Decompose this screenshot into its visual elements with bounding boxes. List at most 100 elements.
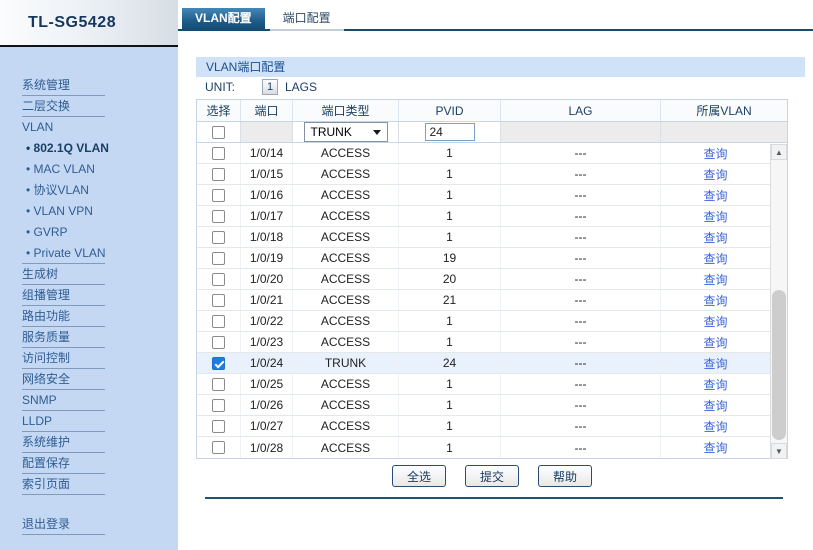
sidebar-item[interactable]: 系统维护	[0, 432, 178, 453]
vlan-query-link[interactable]: 查询	[703, 271, 727, 288]
select-all-button[interactable]: 全选	[392, 465, 446, 487]
vlan-query-link[interactable]: 查询	[703, 439, 727, 456]
port-type-cell: ACCESS	[293, 164, 399, 184]
vlan-link-cell: 查询	[661, 311, 770, 331]
select-cell	[197, 353, 241, 373]
sidebar-item[interactable]: SNMP	[0, 390, 178, 411]
vlan-query-link[interactable]: 查询	[703, 376, 727, 393]
sidebar-item[interactable]: 系统管理	[0, 75, 178, 96]
main-content: VLAN配置 端口配置 VLAN端口配置 UNIT: 1 LAGS 选择 端口 …	[178, 0, 813, 550]
sidebar-item-label: 系统管理	[22, 78, 70, 92]
sidebar-item[interactable]: 配置保存	[0, 453, 178, 474]
vlan-query-link[interactable]: 查询	[703, 145, 727, 162]
row-checkbox[interactable]	[212, 252, 225, 265]
row-checkbox[interactable]	[212, 399, 225, 412]
vlan-query-link[interactable]: 查询	[703, 166, 727, 183]
vlan-query-link[interactable]: 查询	[703, 334, 727, 351]
row-checkbox[interactable]	[212, 420, 225, 433]
vlan-query-link[interactable]: 查询	[703, 292, 727, 309]
panel-title: VLAN端口配置	[196, 57, 805, 77]
sidebar-item[interactable]: 索引页面	[0, 474, 178, 495]
vlan-query-link[interactable]: 查询	[703, 418, 727, 435]
port-type-cell: ACCESS	[293, 332, 399, 352]
submit-button[interactable]: 提交	[465, 465, 519, 487]
select-cell	[197, 290, 241, 310]
row-checkbox[interactable]	[212, 294, 225, 307]
pvid-cell: 1	[399, 437, 501, 458]
lag-cell: ---	[501, 395, 661, 415]
port-cell: 1/0/20	[241, 269, 293, 289]
select-cell	[197, 185, 241, 205]
vlan-query-link[interactable]: 查询	[703, 313, 727, 330]
pvid-cell: 1	[399, 164, 501, 184]
row-checkbox[interactable]	[212, 210, 225, 223]
vlan-query-link[interactable]: 查询	[703, 397, 727, 414]
sidebar-item[interactable]: 退出登录	[0, 514, 178, 535]
vlan-query-link[interactable]: 查询	[703, 187, 727, 204]
sidebar-item[interactable]: 组播管理	[0, 285, 178, 306]
menu-divider	[22, 534, 105, 535]
vlan-query-link[interactable]: 查询	[703, 229, 727, 246]
row-checkbox[interactable]	[212, 441, 225, 454]
pvid-cell: 20	[399, 269, 501, 289]
sidebar-item[interactable]: 路由功能	[0, 306, 178, 327]
tab-bar: VLAN配置 端口配置	[182, 8, 344, 31]
port-type-select-value: TRUNK	[311, 125, 352, 139]
pvid-cell: 1	[399, 206, 501, 226]
sidebar-item[interactable]: • GVRP	[0, 222, 178, 243]
sidebar-item-label: • 802.1Q VLAN	[26, 141, 109, 155]
sidebar-item[interactable]: 生成树	[0, 264, 178, 285]
table-row: 1/0/16ACCESS1---查询	[197, 185, 770, 206]
sidebar-item[interactable]: • 802.1Q VLAN	[0, 138, 178, 159]
sidebar-item-label: 系统维护	[22, 435, 70, 449]
select-all-checkbox[interactable]	[212, 126, 225, 139]
vlan-link-cell: 查询	[661, 374, 770, 394]
header-port: 端口	[241, 100, 293, 121]
port-cell: 1/0/14	[241, 143, 293, 163]
sidebar-item[interactable]: • VLAN VPN	[0, 201, 178, 222]
vlan-link-cell: 查询	[661, 353, 770, 373]
scrollbar[interactable]: ▲ ▼	[770, 144, 787, 459]
row-checkbox[interactable]	[212, 357, 225, 370]
table-row: 1/0/22ACCESS1---查询	[197, 311, 770, 332]
header-lag: LAG	[501, 100, 661, 121]
vlan-query-link[interactable]: 查询	[703, 208, 727, 225]
sidebar-item-label: 配置保存	[22, 456, 70, 470]
sidebar-item[interactable]: VLAN	[0, 117, 178, 138]
vlan-link-cell: 查询	[661, 416, 770, 436]
sidebar-item[interactable]: 服务质量	[0, 327, 178, 348]
sidebar-item[interactable]: • 协议VLAN	[0, 180, 178, 201]
table-row: 1/0/18ACCESS1---查询	[197, 227, 770, 248]
row-checkbox[interactable]	[212, 147, 225, 160]
row-checkbox[interactable]	[212, 231, 225, 244]
unit-selector-button[interactable]: 1	[262, 79, 278, 95]
filter-vlan-cell	[661, 122, 787, 142]
sidebar-item[interactable]: LLDP	[0, 411, 178, 432]
tab-vlan-config[interactable]: VLAN配置	[182, 8, 265, 31]
row-checkbox[interactable]	[212, 378, 225, 391]
table-row: 1/0/28ACCESS1---查询	[197, 437, 770, 458]
vlan-query-link[interactable]: 查询	[703, 250, 727, 267]
port-type-cell: ACCESS	[293, 227, 399, 247]
vlan-query-link[interactable]: 查询	[703, 355, 727, 372]
row-checkbox[interactable]	[212, 336, 225, 349]
pvid-cell: 1	[399, 143, 501, 163]
sidebar-item[interactable]: 访问控制	[0, 348, 178, 369]
tab-port-config[interactable]: 端口配置	[270, 8, 344, 31]
pvid-input[interactable]	[425, 123, 475, 141]
vlan-link-cell: 查询	[661, 395, 770, 415]
row-checkbox[interactable]	[212, 273, 225, 286]
row-checkbox[interactable]	[212, 168, 225, 181]
scrollbar-up-button[interactable]: ▲	[771, 144, 787, 160]
sidebar-item[interactable]: • Private VLAN	[0, 243, 178, 264]
sidebar-item[interactable]: 二层交换	[0, 96, 178, 117]
row-checkbox[interactable]	[212, 315, 225, 328]
sidebar-item-label: • 协议VLAN	[26, 183, 89, 197]
port-type-select[interactable]: TRUNK	[304, 122, 388, 142]
scrollbar-thumb[interactable]	[772, 290, 786, 440]
help-button[interactable]: 帮助	[538, 465, 592, 487]
row-checkbox[interactable]	[212, 189, 225, 202]
sidebar-item[interactable]: • MAC VLAN	[0, 159, 178, 180]
sidebar-item[interactable]: 网络安全	[0, 369, 178, 390]
scrollbar-down-button[interactable]: ▼	[771, 443, 787, 459]
